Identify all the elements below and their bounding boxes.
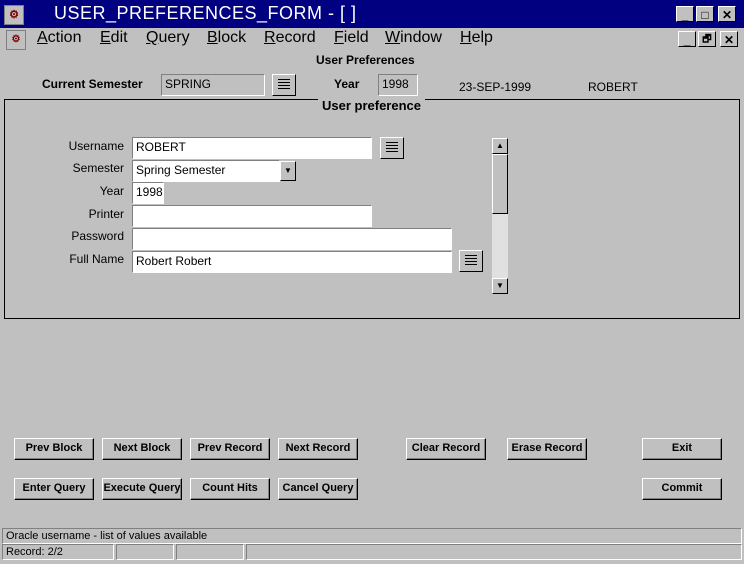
next-block-button[interactable]: Next Block bbox=[102, 438, 182, 460]
close-button[interactable]: ✕ bbox=[718, 6, 736, 22]
full-name-lov-button[interactable] bbox=[459, 250, 483, 272]
menu-help[interactable]: Help bbox=[460, 29, 493, 47]
record-indicator: Record: 2/2 bbox=[2, 544, 114, 560]
menu-block[interactable]: Block bbox=[207, 29, 246, 47]
password-field[interactable] bbox=[132, 228, 452, 250]
semester-lov-button[interactable] bbox=[272, 74, 296, 96]
menu-bar: ⚙ Action Edit Query Block Record Field W… bbox=[0, 28, 744, 50]
prev-record-button[interactable]: Prev Record bbox=[190, 438, 270, 460]
chevron-down-icon[interactable]: ▼ bbox=[280, 161, 296, 181]
year-form-field[interactable]: 1998 bbox=[132, 182, 164, 204]
full-name-field[interactable]: Robert Robert bbox=[132, 251, 452, 273]
cancel-query-button[interactable]: Cancel Query bbox=[278, 478, 358, 500]
prev-block-button[interactable]: Prev Block bbox=[14, 438, 94, 460]
status-cell-2 bbox=[116, 544, 174, 560]
execute-query-button[interactable]: Execute Query bbox=[102, 478, 182, 500]
list-icon bbox=[278, 79, 290, 91]
erase-record-button[interactable]: Erase Record bbox=[507, 438, 587, 460]
list-icon bbox=[386, 142, 398, 154]
full-name-label: Full Name bbox=[69, 252, 124, 266]
clear-record-button[interactable]: Clear Record bbox=[406, 438, 486, 460]
current-user: ROBERT bbox=[588, 80, 638, 94]
printer-label: Printer bbox=[88, 207, 124, 221]
status-hint: Oracle username - list of values availab… bbox=[2, 528, 742, 544]
scroll-up-icon[interactable]: ▲ bbox=[492, 138, 508, 154]
current-date: 23-SEP-1999 bbox=[459, 80, 532, 94]
next-record-button[interactable]: Next Record bbox=[278, 438, 358, 460]
count-hits-button[interactable]: Count Hits bbox=[190, 478, 270, 500]
status-cell-4 bbox=[246, 544, 742, 560]
menu-query[interactable]: Query bbox=[146, 29, 190, 47]
exit-button[interactable]: Exit bbox=[642, 438, 722, 460]
menu-window[interactable]: Window bbox=[385, 29, 442, 47]
menu-action[interactable]: Action bbox=[37, 29, 81, 47]
menu-record[interactable]: Record bbox=[264, 29, 316, 47]
semester-label: Semester bbox=[72, 161, 124, 175]
current-semester-label: Current Semester bbox=[42, 77, 143, 91]
menu-edit[interactable]: Edit bbox=[100, 29, 128, 47]
panel-title: User preference bbox=[318, 98, 425, 113]
semester-select[interactable]: Spring Semester bbox=[132, 160, 280, 182]
printer-field[interactable] bbox=[132, 205, 372, 227]
username-lov-button[interactable] bbox=[380, 137, 404, 159]
scroll-thumb[interactable] bbox=[492, 154, 508, 214]
status-cell-3 bbox=[176, 544, 244, 560]
section-title: User Preferences bbox=[316, 53, 415, 67]
commit-button[interactable]: Commit bbox=[642, 478, 722, 500]
maximize-button[interactable]: □ bbox=[696, 6, 714, 22]
username-label: Username bbox=[68, 139, 124, 153]
status-bar: Oracle username - list of values availab… bbox=[0, 526, 744, 564]
enter-query-button[interactable]: Enter Query bbox=[14, 478, 94, 500]
app-icon[interactable]: ⚙ bbox=[4, 5, 24, 25]
year-label: Year bbox=[334, 77, 360, 91]
doc-close-button[interactable]: ✕ bbox=[720, 31, 738, 47]
current-semester-field[interactable]: SPRING bbox=[161, 74, 265, 96]
minimize-button[interactable]: _ bbox=[676, 6, 694, 22]
list-icon bbox=[465, 255, 477, 267]
year-field[interactable]: 1998 bbox=[378, 74, 418, 96]
year-form-label: Year bbox=[99, 184, 124, 198]
menu-field[interactable]: Field bbox=[334, 29, 369, 47]
doc-restore-button[interactable]: 🗗 bbox=[698, 31, 716, 47]
doc-minimize-button[interactable]: _ bbox=[678, 31, 696, 47]
password-label: Password bbox=[71, 229, 124, 243]
title-bar[interactable]: ⚙ USER_PREFERENCES_FORM - [ ] _ □ ✕ bbox=[0, 0, 744, 28]
record-scrollbar[interactable]: ▲ ▼ bbox=[492, 138, 508, 294]
username-field[interactable]: ROBERT bbox=[132, 137, 372, 159]
document-icon[interactable]: ⚙ bbox=[6, 30, 26, 50]
scroll-down-icon[interactable]: ▼ bbox=[492, 278, 508, 294]
window-title: USER_PREFERENCES_FORM - [ ] bbox=[54, 3, 357, 23]
